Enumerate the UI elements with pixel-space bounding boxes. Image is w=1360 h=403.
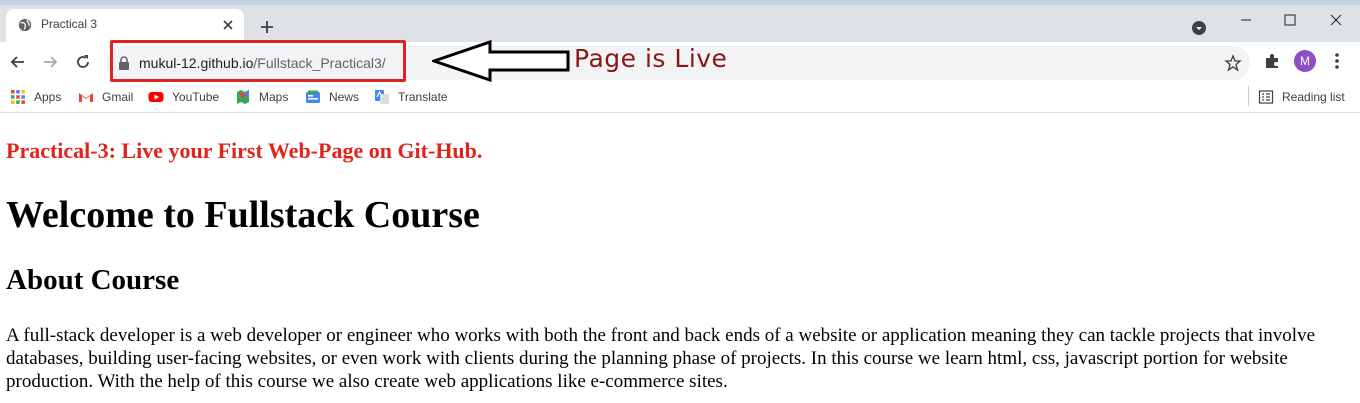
translate-icon (375, 90, 389, 104)
bookmark-translate[interactable]: Translate (374, 88, 448, 106)
close-tab-icon[interactable] (220, 17, 236, 33)
close-window-icon[interactable] (1326, 10, 1346, 30)
bookmark-gmail[interactable]: Gmail (78, 88, 133, 106)
section-heading: About Course (6, 264, 180, 296)
bookmark-maps[interactable]: Maps (235, 88, 288, 106)
forward-arrow-icon[interactable] (40, 52, 60, 72)
tab-strip: Practical 3 (0, 5, 1360, 42)
globe-icon (18, 18, 32, 32)
reading-list-icon (1258, 90, 1274, 104)
reading-list-label: Reading list (1282, 90, 1345, 104)
bookmark-apps[interactable]: Apps (10, 88, 61, 106)
annotation-label: Page is Live (574, 44, 728, 73)
minimize-icon[interactable] (1236, 10, 1256, 30)
news-icon (306, 90, 320, 103)
bookmark-label: Translate (398, 90, 448, 104)
back-arrow-icon[interactable] (8, 52, 28, 72)
maps-icon (237, 90, 249, 104)
maximize-icon[interactable] (1280, 10, 1300, 30)
bookmark-label: YouTube (172, 90, 220, 104)
bookmarks-bar: Apps Gmail YouTube Maps News Translate R… (0, 82, 1360, 113)
bookmarks-separator (1248, 86, 1249, 106)
bookmark-label: Gmail (102, 90, 134, 104)
page-title: Welcome to Fullstack Course (6, 194, 480, 236)
left-arrow-annotation-icon (432, 40, 570, 82)
apps-grid-icon (11, 90, 25, 104)
reload-icon[interactable] (73, 52, 93, 72)
course-description: A full-stack developer is a web develope… (6, 325, 1315, 392)
bookmark-label: News (329, 90, 360, 104)
bookmark-label: Maps (259, 90, 289, 104)
tab-title: Practical 3 (41, 17, 98, 31)
more-menu-icon[interactable] (1329, 52, 1345, 70)
youtube-icon (148, 92, 164, 102)
reading-list-button[interactable]: Reading list (1258, 88, 1345, 106)
extensions-puzzle-icon[interactable] (1263, 52, 1281, 70)
bookmark-youtube[interactable]: YouTube (148, 88, 219, 106)
url-highlight-box (110, 40, 406, 82)
bookmark-label: Apps (34, 90, 62, 104)
browser-tab[interactable]: Practical 3 (6, 9, 244, 42)
new-tab-icon[interactable] (258, 18, 276, 36)
bookmark-news[interactable]: News (305, 88, 359, 106)
tab-search-icon[interactable] (1191, 20, 1207, 36)
bookmark-star-icon[interactable] (1224, 54, 1242, 72)
practical-heading: Practical-3: Live your First Web-Page on… (6, 138, 483, 163)
profile-avatar[interactable]: M (1294, 50, 1316, 72)
gmail-icon (79, 93, 93, 102)
